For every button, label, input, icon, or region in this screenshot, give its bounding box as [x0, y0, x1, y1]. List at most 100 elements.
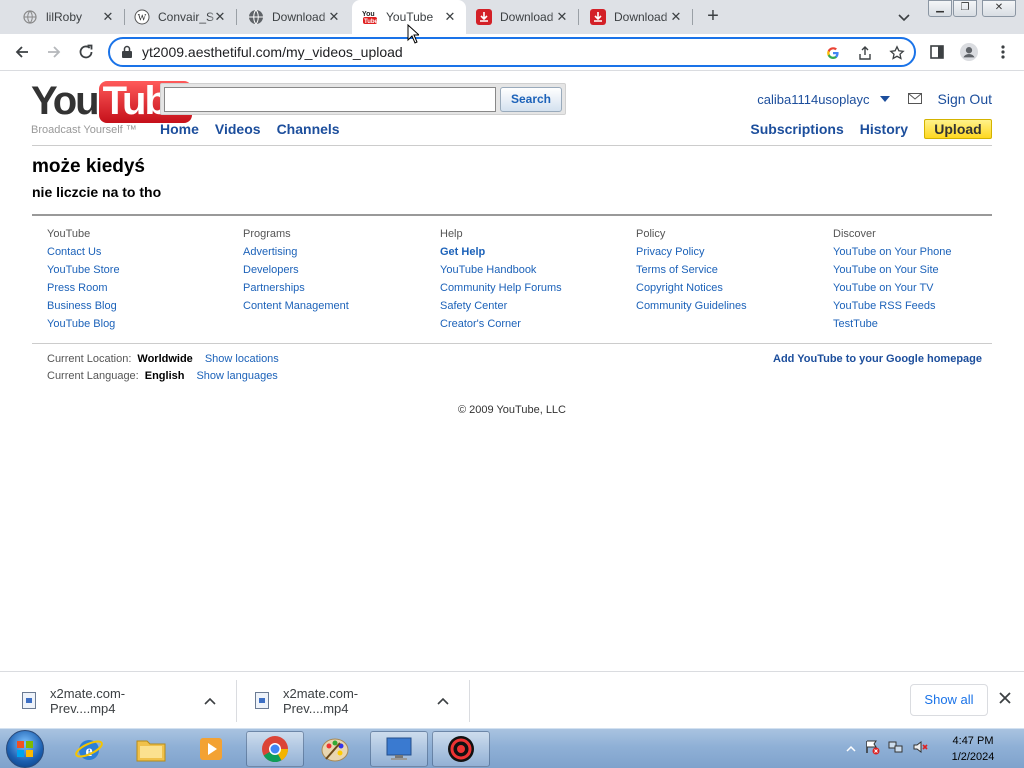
subscriptions-link[interactable]: Subscriptions [750, 121, 843, 137]
forward-icon[interactable] [44, 42, 64, 62]
tab-download-1[interactable]: Download ✕ [238, 0, 350, 34]
taskbar-media-player[interactable] [182, 731, 240, 767]
taskbar-chrome[interactable] [246, 731, 304, 767]
footer-link[interactable]: TestTube [833, 316, 1023, 334]
show-locations-link[interactable]: Show locations [205, 353, 279, 365]
add-to-google-homepage-link[interactable]: Add YouTube to your Google homepage [773, 353, 982, 365]
profile-avatar-icon[interactable] [960, 43, 978, 61]
upload-button[interactable]: Upload [924, 119, 992, 139]
logo-you: You [31, 79, 100, 123]
footer-link[interactable]: Partnerships [243, 280, 433, 298]
footer-link[interactable]: Press Room [47, 280, 237, 298]
footer-link[interactable]: Get Help [440, 244, 630, 262]
webpage: You Tube Broadcast Yourself ™ Search Home… [0, 71, 1024, 671]
close-icon[interactable] [998, 691, 1014, 707]
show-hidden-icons[interactable] [846, 741, 856, 756]
search-bar: Search [160, 83, 566, 115]
search-button[interactable]: Search [500, 87, 562, 112]
volume-muted-icon[interactable] [912, 739, 928, 758]
footer-link[interactable]: YouTube Blog [47, 316, 237, 334]
taskbar-recorder-app[interactable] [432, 731, 490, 767]
network-icon[interactable] [888, 739, 904, 758]
footer-link[interactable]: YouTube on Your Site [833, 262, 1023, 280]
new-tab-button[interactable]: + [703, 6, 723, 27]
globe-icon [22, 9, 38, 25]
bookmark-star-icon[interactable] [888, 44, 906, 62]
chevron-down-icon[interactable] [896, 9, 912, 25]
close-icon[interactable]: ✕ [100, 9, 116, 25]
show-languages-link[interactable]: Show languages [196, 370, 277, 382]
lock-icon[interactable] [121, 45, 133, 62]
footer-link[interactable]: Developers [243, 262, 433, 280]
close-window-button[interactable]: ✕ [982, 0, 1016, 17]
close-icon[interactable]: ✕ [554, 9, 570, 25]
language-row: Current Language: English Show languages [47, 370, 278, 382]
nav-videos[interactable]: Videos [215, 121, 261, 137]
back-icon[interactable] [12, 42, 32, 62]
tab-convair[interactable]: W Convair_S ✕ [124, 0, 236, 34]
search-input[interactable] [164, 87, 496, 112]
taskbar-file-explorer[interactable] [122, 731, 180, 767]
kebab-menu-icon[interactable] [994, 43, 1012, 61]
footer-link[interactable]: Business Blog [47, 298, 237, 316]
chevron-up-icon[interactable] [202, 693, 218, 709]
footer-link[interactable]: Advertising [243, 244, 433, 262]
tab-download-3[interactable]: Download ✕ [580, 0, 692, 34]
inbox-icon[interactable] [907, 92, 922, 107]
nav-channels[interactable]: Channels [277, 121, 340, 137]
google-icon[interactable] [824, 44, 842, 62]
side-panel-icon[interactable] [928, 43, 946, 61]
footer-link[interactable]: Content Management [243, 298, 433, 316]
divider [32, 214, 992, 216]
account-dropdown-icon[interactable] [879, 96, 890, 102]
footer-link[interactable]: YouTube on Your TV [833, 280, 1023, 298]
close-icon[interactable]: ✕ [212, 9, 228, 25]
footer-link[interactable]: Community Help Forums [440, 280, 630, 298]
footer-link[interactable]: YouTube on Your Phone [833, 244, 1023, 262]
sign-out-link[interactable]: Sign Out [938, 91, 992, 107]
tab-download-2[interactable]: Download ✕ [466, 0, 578, 34]
download-item[interactable]: x2mate.com-Prev....mp4 [255, 672, 451, 729]
url-text[interactable]: yt2009.aesthetiful.com/my_videos_upload [142, 44, 403, 60]
chevron-up-icon[interactable] [435, 693, 451, 709]
divider [32, 343, 992, 344]
history-link[interactable]: History [860, 121, 908, 137]
footer-link[interactable]: YouTube Handbook [440, 262, 630, 280]
taskbar-internet-explorer[interactable]: e [60, 731, 118, 767]
system-clock[interactable]: 4:47 PM 1/2/2024 [940, 733, 1006, 765]
download-filename[interactable]: x2mate.com-Prev....mp4 [50, 686, 190, 716]
windows-logo-icon [17, 741, 33, 757]
taskbar-paint[interactable] [306, 731, 364, 767]
close-icon[interactable]: ✕ [668, 9, 684, 25]
windows-taskbar: e 4:47 PM 1/2/2024 [0, 728, 1024, 768]
footer-link[interactable]: Safety Center [440, 298, 630, 316]
taskbar-remote-desktop[interactable] [370, 731, 428, 767]
close-icon[interactable]: ✕ [442, 9, 458, 25]
page-title: może kiedyś [32, 156, 145, 177]
action-center-icon[interactable] [864, 739, 880, 758]
tab-lilroby[interactable]: lilRoby ✕ [12, 0, 124, 34]
restore-button[interactable]: ❐ [953, 0, 977, 17]
download-filename[interactable]: x2mate.com-Prev....mp4 [283, 686, 423, 716]
share-icon[interactable] [856, 44, 874, 62]
minimize-button[interactable]: ▁ [928, 0, 952, 17]
clock-date: 1/2/2024 [951, 751, 995, 763]
footer-link[interactable]: Contact Us [47, 244, 237, 262]
footer-link[interactable]: YouTube Store [47, 262, 237, 280]
close-icon[interactable]: ✕ [326, 9, 342, 25]
video-file-icon [255, 692, 269, 709]
footer-link[interactable]: Privacy Policy [636, 244, 826, 262]
username-link[interactable]: caliba1114usoplayc [757, 92, 869, 107]
reload-icon[interactable] [76, 42, 96, 62]
download-item[interactable]: x2mate.com-Prev....mp4 [22, 672, 218, 729]
footer-link[interactable]: Terms of Service [636, 262, 826, 280]
footer-column-heading: Programs [243, 228, 291, 240]
footer-link[interactable]: YouTube RSS Feeds [833, 298, 1023, 316]
footer-link[interactable]: Copyright Notices [636, 280, 826, 298]
address-bar[interactable]: yt2009.aesthetiful.com/my_videos_upload [108, 37, 916, 67]
show-all-downloads-button[interactable]: Show all [910, 684, 988, 716]
nav-home[interactable]: Home [160, 121, 199, 137]
start-button[interactable] [6, 730, 44, 768]
footer-link[interactable]: Community Guidelines [636, 298, 826, 316]
footer-link[interactable]: Creator's Corner [440, 316, 630, 334]
